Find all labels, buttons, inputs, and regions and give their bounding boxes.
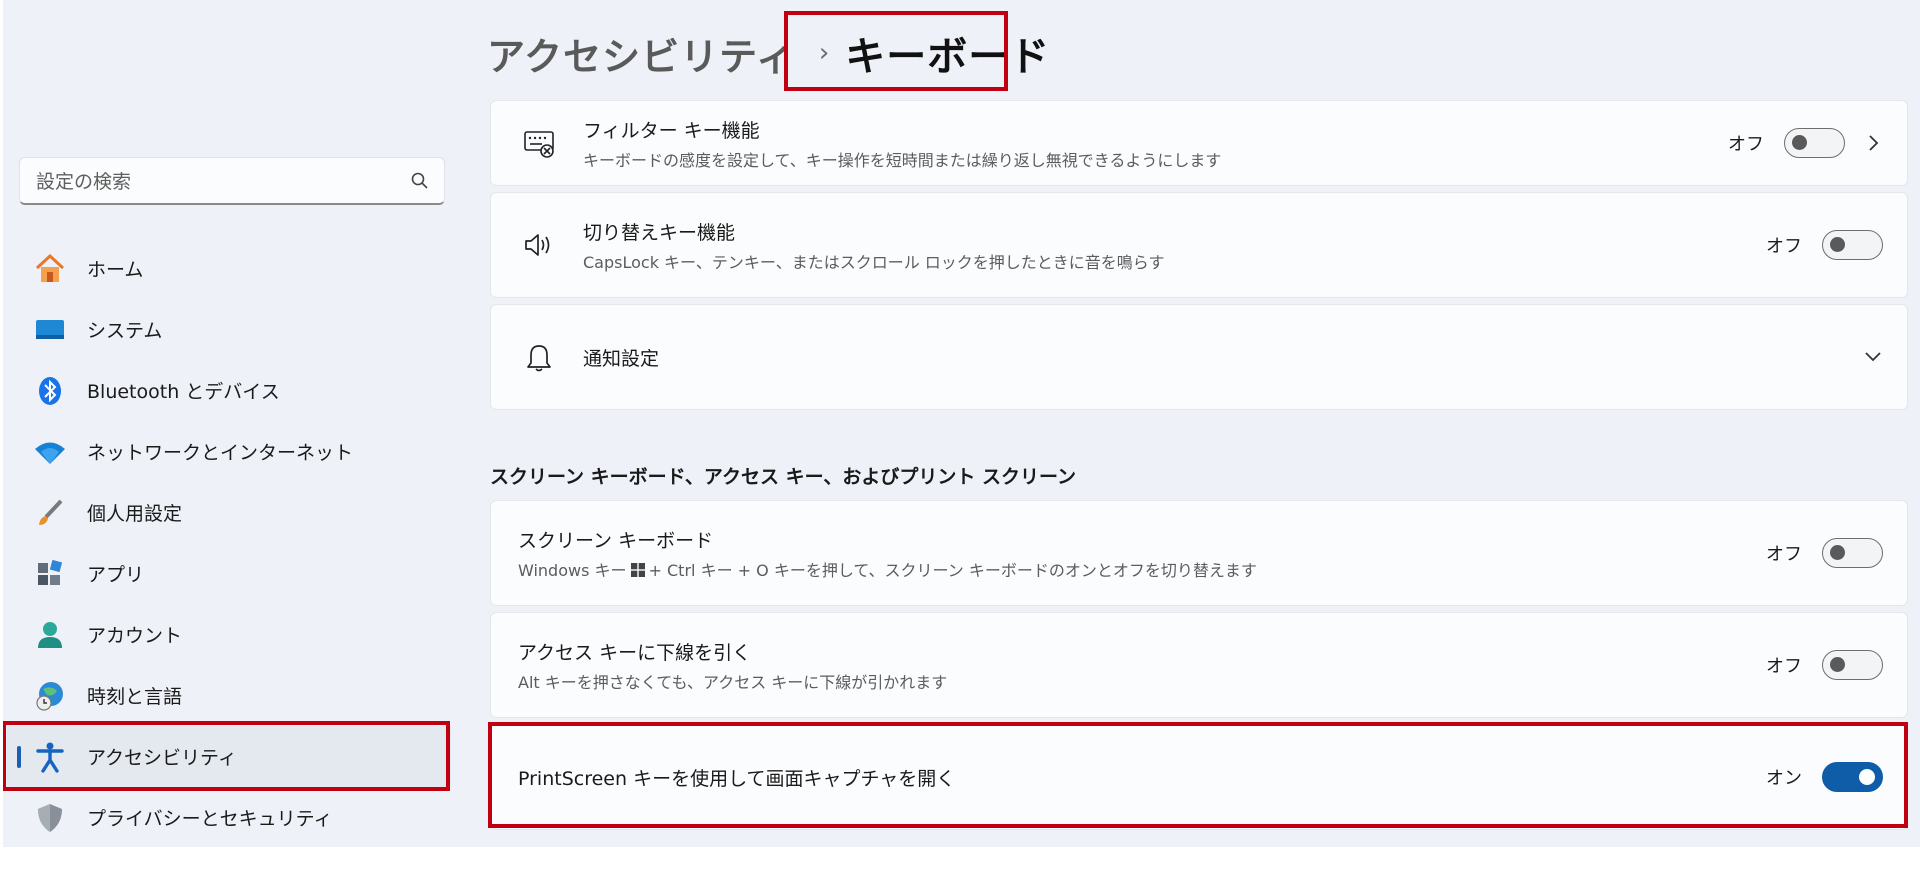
setting-title: スクリーン キーボード [518,529,714,552]
setting-card-toggle-keys[interactable]: 切り替えキー機能 CapsLock キー、テンキー、またはスクロール ロックを押… [490,192,1908,298]
setting-title: アクセス キーに下線を引く [518,641,752,664]
setting-title: 通知設定 [583,347,660,370]
wifi-icon [33,435,67,469]
windows-logo-icon [630,562,645,577]
breadcrumb-parent[interactable]: アクセシビリティ [487,26,795,81]
sidebar-item-label: アクセシビリティ [87,747,237,769]
search-box[interactable]: 設定の検索 [19,157,445,205]
setting-description: Windows キー + Ctrl キー + O キーを押して、スクリーン キーボ… [518,557,1766,581]
sidebar-item-accounts[interactable]: アカウント [3,604,463,665]
settings-window: 設定の検索 ホーム システム Bluetooth とデバイス ネットワークとイン… [3,0,1920,847]
sidebar-item-accessibility[interactable]: アクセシビリティ [7,726,451,787]
shield-icon [33,801,67,835]
screen-keyboard-toggle[interactable] [1822,538,1883,568]
accessibility-icon [33,740,67,774]
sidebar-item-label: システム [87,320,163,342]
toggle-state-label: オン [1766,768,1802,789]
speaker-icon [519,225,559,265]
sidebar-item-bluetooth[interactable]: Bluetooth とデバイス [3,360,463,421]
sidebar-item-label: Bluetooth とデバイス [87,381,280,403]
setting-card-print-screen[interactable]: PrintScreen キーを使用して画面キャプチャを開く オン [490,724,1908,830]
sidebar-item-label: ホーム [87,259,144,281]
setting-card-notifications[interactable]: 通知設定 [490,304,1908,410]
breadcrumb-separator: › [818,38,830,68]
sidebar-item-network[interactable]: ネットワークとインターネット [3,421,463,482]
print-screen-toggle[interactable] [1822,762,1883,792]
home-icon [33,252,67,286]
setting-card-filter-keys[interactable]: フィルター キー機能 キーボードの感度を設定して、キー操作を短時間または繰り返し… [490,100,1908,186]
sidebar-item-privacy-security[interactable]: プライバシーとセキュリティ [3,787,463,847]
account-icon [33,618,67,652]
page-title: キーボード [845,34,1051,80]
bluetooth-icon [33,374,67,408]
setting-title: フィルター キー機能 [583,119,760,142]
toggle-state-label: オフ [1766,236,1802,257]
setting-card-screen-keyboard[interactable]: スクリーン キーボード Windows キー + Ctrl キー + O キーを押… [490,500,1908,606]
search-input[interactable]: 設定の検索 [36,167,410,194]
toggle-keys-toggle[interactable] [1822,230,1883,260]
setting-description: Alt キーを押さなくても、アクセス キーに下線が引かれます [518,672,948,692]
filter-keys-toggle[interactable] [1784,128,1845,158]
chevron-down-icon[interactable] [1863,347,1883,367]
sidebar-item-label: ネットワークとインターネット [87,442,354,464]
time-language-icon [33,679,67,713]
search-icon[interactable] [410,171,430,191]
setting-card-access-keys[interactable]: アクセス キーに下線を引く Alt キーを押さなくても、アクセス キーに下線が引… [490,612,1908,718]
description-part: + Ctrl キー + O キーを押して、スクリーン キーボードのオンとオフを切… [648,560,1257,580]
setting-title: PrintScreen キーを使用して画面キャプチャを開く [518,767,956,790]
sidebar: 設定の検索 ホーム システム Bluetooth とデバイス ネットワークとイン… [3,0,463,847]
setting-description: CapsLock キー、テンキー、またはスクロール ロックを押したときに音を鳴ら… [583,252,1165,272]
sidebar-item-label: 個人用設定 [87,503,183,525]
toggle-state-label: オフ [1766,656,1802,677]
sidebar-item-apps[interactable]: アプリ [3,543,463,604]
bell-icon [519,337,559,377]
description-part: Windows キー [518,560,627,580]
apps-icon [33,557,67,591]
sidebar-nav: ホーム システム Bluetooth とデバイス ネットワークとインターネット [3,238,463,847]
setting-title: 切り替えキー機能 [583,221,736,244]
breadcrumb: アクセシビリティ › キーボード [487,18,1050,88]
sidebar-item-label: プライバシーとセキュリティ [87,808,333,830]
toggle-state-label: オフ [1766,544,1802,565]
sidebar-item-label: 時刻と言語 [87,686,183,708]
chevron-right-icon[interactable] [1863,133,1883,153]
setting-description: キーボードの感度を設定して、キー操作を短時間または繰り返し無視できるようにします [583,150,1222,170]
sidebar-item-personalization[interactable]: 個人用設定 [3,482,463,543]
sidebar-item-time-language[interactable]: 時刻と言語 [3,665,463,726]
sidebar-item-label: アカウント [87,625,183,647]
active-indicator [17,746,21,768]
sidebar-item-label: アプリ [87,564,145,586]
access-keys-toggle[interactable] [1822,650,1883,680]
keyboard-filter-icon [519,123,559,163]
sidebar-item-home[interactable]: ホーム [3,238,463,299]
section-title: スクリーン キーボード、アクセス キー、およびプリント スクリーン [490,466,1077,488]
toggle-state-label: オフ [1728,134,1764,155]
system-icon [33,313,67,347]
brush-icon [33,496,67,530]
sidebar-item-system[interactable]: システム [3,299,463,360]
